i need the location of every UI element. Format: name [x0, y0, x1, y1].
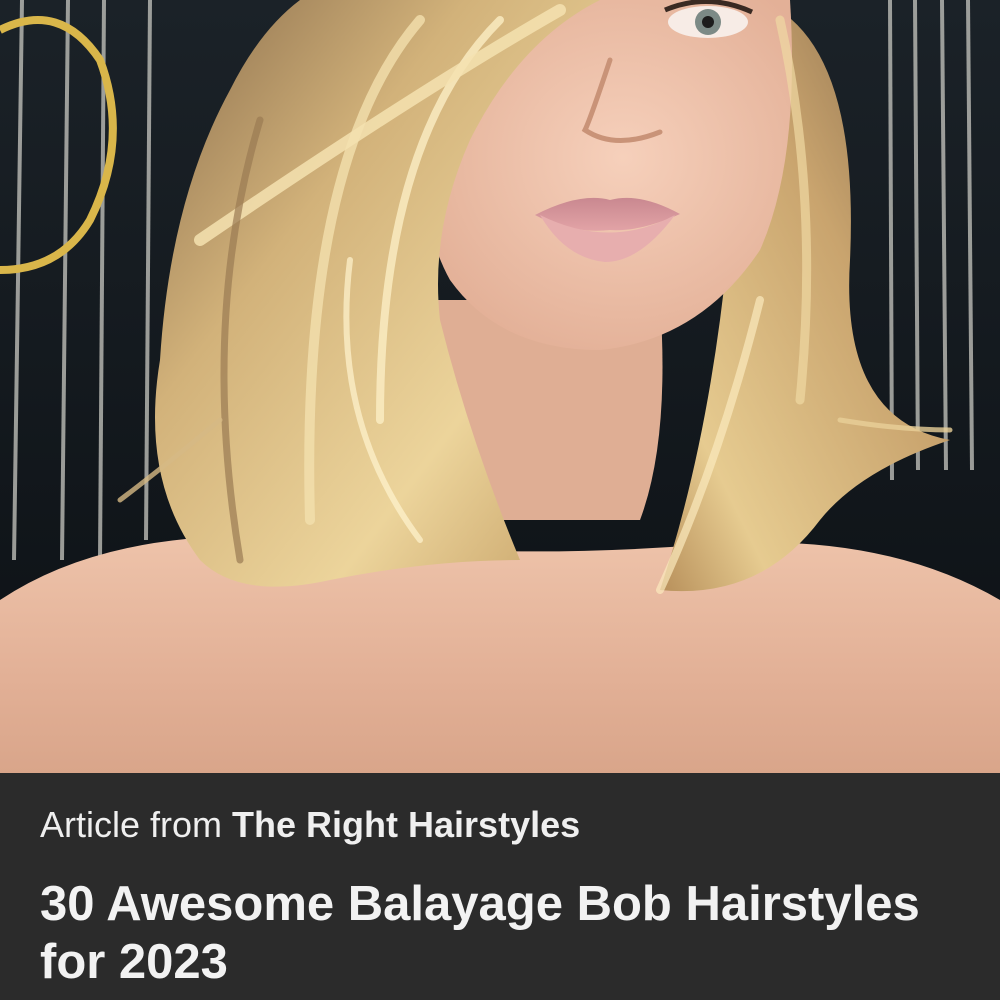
- source-prefix-label: Article from: [40, 804, 223, 845]
- source-attribution: Article from The Right Hairstyles: [40, 801, 580, 849]
- pin-info-panel: Article from The Right Hairstyles 30 Awe…: [0, 773, 1000, 1000]
- article-title[interactable]: 30 Awesome Balayage Bob Hairstyles for 2…: [40, 875, 960, 991]
- pin-image[interactable]: [0, 0, 1000, 773]
- source-site-link[interactable]: The Right Hairstyles: [232, 804, 580, 845]
- hairstyle-photo: [0, 0, 1000, 773]
- pin-card: Article from The Right Hairstyles 30 Awe…: [0, 0, 1000, 1000]
